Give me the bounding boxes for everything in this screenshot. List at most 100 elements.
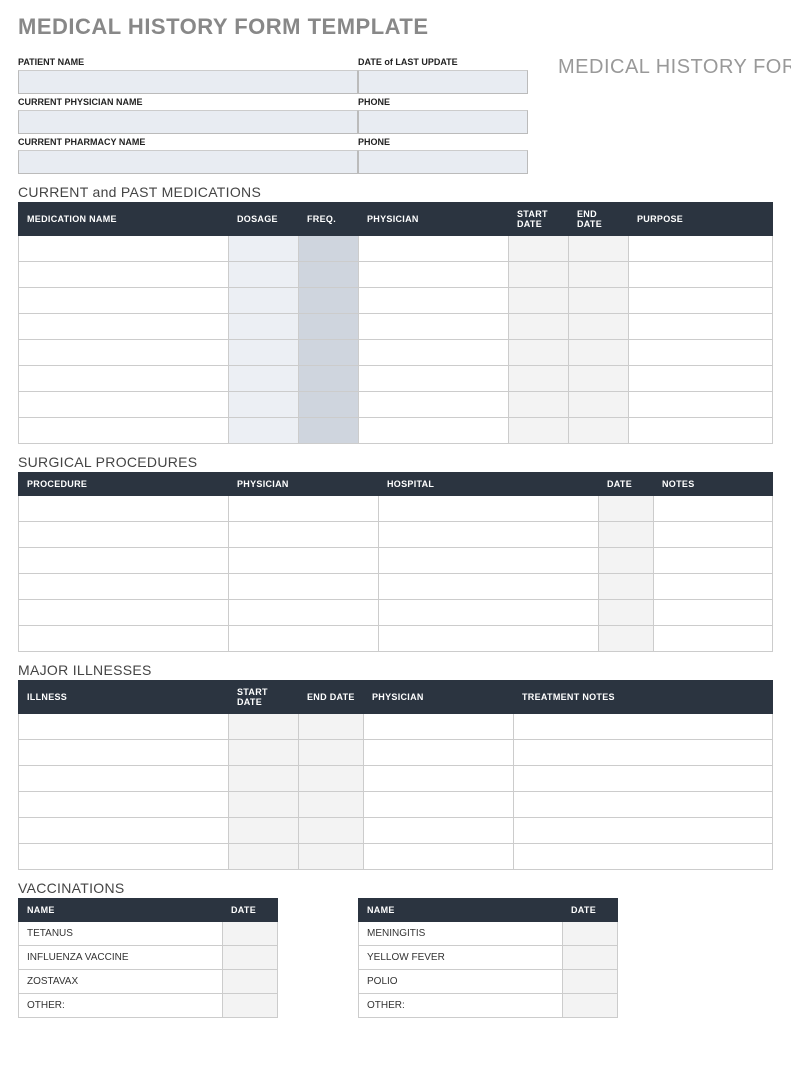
surgical-cell[interactable] <box>19 626 229 652</box>
medications-cell[interactable] <box>629 340 773 366</box>
vaccine-date-cell[interactable] <box>223 922 278 946</box>
medications-cell[interactable] <box>229 314 299 340</box>
medications-cell[interactable] <box>299 392 359 418</box>
illnesses-cell[interactable] <box>229 740 299 766</box>
medications-cell[interactable] <box>299 314 359 340</box>
surgical-cell[interactable] <box>599 548 654 574</box>
medications-cell[interactable] <box>19 366 229 392</box>
surgical-cell[interactable] <box>19 574 229 600</box>
pharmacy-name-input[interactable] <box>18 150 358 174</box>
vaccine-date-cell[interactable] <box>223 994 278 1018</box>
vaccine-date-cell[interactable] <box>563 946 618 970</box>
surgical-cell[interactable] <box>379 574 599 600</box>
illnesses-cell[interactable] <box>229 818 299 844</box>
medications-cell[interactable] <box>509 288 569 314</box>
surgical-cell[interactable] <box>599 626 654 652</box>
surgical-cell[interactable] <box>379 548 599 574</box>
patient-name-input[interactable] <box>18 70 358 94</box>
surgical-cell[interactable] <box>19 522 229 548</box>
medications-cell[interactable] <box>359 392 509 418</box>
surgical-cell[interactable] <box>599 600 654 626</box>
medications-cell[interactable] <box>19 236 229 262</box>
medications-cell[interactable] <box>229 366 299 392</box>
medications-cell[interactable] <box>299 418 359 444</box>
surgical-cell[interactable] <box>654 522 773 548</box>
medications-cell[interactable] <box>19 288 229 314</box>
medications-cell[interactable] <box>509 262 569 288</box>
medications-cell[interactable] <box>629 314 773 340</box>
vaccine-date-cell[interactable] <box>223 970 278 994</box>
illnesses-cell[interactable] <box>364 766 514 792</box>
surgical-cell[interactable] <box>379 600 599 626</box>
illnesses-cell[interactable] <box>19 792 229 818</box>
medications-cell[interactable] <box>19 340 229 366</box>
medications-cell[interactable] <box>569 288 629 314</box>
surgical-cell[interactable] <box>654 600 773 626</box>
illnesses-cell[interactable] <box>514 818 773 844</box>
illnesses-cell[interactable] <box>364 818 514 844</box>
medications-cell[interactable] <box>229 262 299 288</box>
surgical-cell[interactable] <box>229 548 379 574</box>
medications-cell[interactable] <box>299 366 359 392</box>
surgical-cell[interactable] <box>599 496 654 522</box>
medications-cell[interactable] <box>359 340 509 366</box>
medications-cell[interactable] <box>299 340 359 366</box>
medications-cell[interactable] <box>229 418 299 444</box>
illnesses-cell[interactable] <box>229 792 299 818</box>
surgical-cell[interactable] <box>654 496 773 522</box>
illnesses-cell[interactable] <box>514 714 773 740</box>
surgical-cell[interactable] <box>229 626 379 652</box>
illnesses-cell[interactable] <box>364 792 514 818</box>
illnesses-cell[interactable] <box>299 792 364 818</box>
vaccine-date-cell[interactable] <box>563 922 618 946</box>
surgical-cell[interactable] <box>19 548 229 574</box>
illnesses-cell[interactable] <box>19 766 229 792</box>
illnesses-cell[interactable] <box>299 740 364 766</box>
illnesses-cell[interactable] <box>19 844 229 870</box>
surgical-cell[interactable] <box>19 496 229 522</box>
illnesses-cell[interactable] <box>299 844 364 870</box>
medications-cell[interactable] <box>629 236 773 262</box>
medications-cell[interactable] <box>629 418 773 444</box>
illnesses-cell[interactable] <box>229 766 299 792</box>
illnesses-cell[interactable] <box>364 714 514 740</box>
medications-cell[interactable] <box>359 418 509 444</box>
surgical-cell[interactable] <box>379 626 599 652</box>
medications-cell[interactable] <box>629 392 773 418</box>
medications-cell[interactable] <box>229 392 299 418</box>
illnesses-cell[interactable] <box>229 844 299 870</box>
surgical-cell[interactable] <box>229 522 379 548</box>
surgical-cell[interactable] <box>19 600 229 626</box>
surgical-cell[interactable] <box>654 626 773 652</box>
medications-cell[interactable] <box>569 262 629 288</box>
medications-cell[interactable] <box>229 340 299 366</box>
medications-cell[interactable] <box>19 392 229 418</box>
illnesses-cell[interactable] <box>299 818 364 844</box>
pharmacy-phone-input[interactable] <box>358 150 528 174</box>
medications-cell[interactable] <box>569 392 629 418</box>
medications-cell[interactable] <box>569 314 629 340</box>
medications-cell[interactable] <box>299 262 359 288</box>
medications-cell[interactable] <box>359 314 509 340</box>
medications-cell[interactable] <box>299 288 359 314</box>
surgical-cell[interactable] <box>229 574 379 600</box>
medications-cell[interactable] <box>509 340 569 366</box>
illnesses-cell[interactable] <box>19 740 229 766</box>
vaccine-date-cell[interactable] <box>223 946 278 970</box>
illnesses-cell[interactable] <box>299 766 364 792</box>
medications-cell[interactable] <box>229 288 299 314</box>
medications-cell[interactable] <box>299 236 359 262</box>
medications-cell[interactable] <box>509 314 569 340</box>
surgical-cell[interactable] <box>229 496 379 522</box>
illnesses-cell[interactable] <box>364 844 514 870</box>
illnesses-cell[interactable] <box>299 714 364 740</box>
medications-cell[interactable] <box>509 392 569 418</box>
surgical-cell[interactable] <box>654 548 773 574</box>
surgical-cell[interactable] <box>654 574 773 600</box>
medications-cell[interactable] <box>569 340 629 366</box>
physician-name-input[interactable] <box>18 110 358 134</box>
medications-cell[interactable] <box>359 236 509 262</box>
illnesses-cell[interactable] <box>514 766 773 792</box>
medications-cell[interactable] <box>629 366 773 392</box>
illnesses-cell[interactable] <box>19 714 229 740</box>
